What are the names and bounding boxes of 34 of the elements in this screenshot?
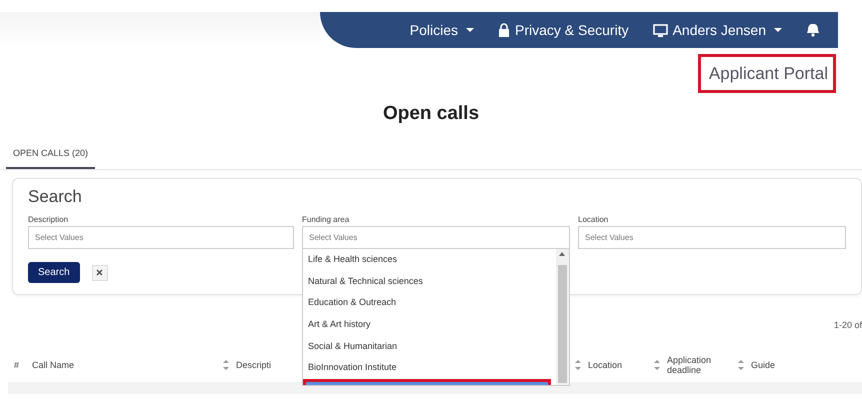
page-title: Open calls: [382, 103, 480, 125]
select-field[interactable]: Select Values: [28, 226, 294, 249]
dropdown-option[interactable]: BioInnovation Institute: [303, 357, 551, 380]
tab[interactable]: OPEN CALLS (20): [6, 142, 96, 169]
column-header[interactable]: Call Name: [32, 360, 74, 370]
column-header[interactable]: #: [14, 360, 20, 370]
dropdown-option[interactable]: Life & Health sciences: [303, 249, 551, 271]
lock-icon: [498, 23, 510, 37]
pagination-count: 1-20 of: [834, 320, 862, 332]
close-icon: [96, 269, 104, 276]
column-header[interactable]: Guide: [751, 360, 776, 370]
select-field[interactable]: Select Values: [302, 226, 570, 249]
column-header[interactable]: Application deadline: [667, 355, 717, 375]
select-field[interactable]: Select Values: [578, 226, 846, 249]
dropdown-option[interactable]: Natural & Technical sciences: [303, 270, 551, 292]
dropdown-option[interactable]: Social & Humanitarian: [303, 336, 551, 358]
field-label: Location: [578, 215, 610, 224]
dropdown-option[interactable]: Education & Outreach: [303, 292, 551, 314]
nav-menu-item[interactable]: Policies: [410, 22, 458, 38]
panel-title: Search: [28, 187, 83, 207]
clear-button[interactable]: [92, 264, 108, 280]
column-header[interactable]: Location: [588, 360, 622, 370]
monitor-icon: [652, 24, 668, 36]
bell-icon: [806, 23, 820, 37]
applicant-portal-link[interactable]: Applicant Portal: [698, 54, 836, 93]
dropdown-option[interactable]: Art & Art history: [303, 314, 551, 336]
nav-menu-item[interactable]: Privacy & Security: [515, 22, 629, 38]
column-header[interactable]: Descripti: [236, 360, 272, 370]
field-label: Funding area: [302, 215, 350, 224]
scrollbar[interactable]: [556, 249, 569, 385]
scroll-up-icon: [559, 252, 565, 256]
search-button[interactable]: Search: [28, 262, 80, 283]
nav-menu-item[interactable]: Anders Jensen: [672, 22, 766, 38]
field-label: Description: [28, 215, 70, 224]
